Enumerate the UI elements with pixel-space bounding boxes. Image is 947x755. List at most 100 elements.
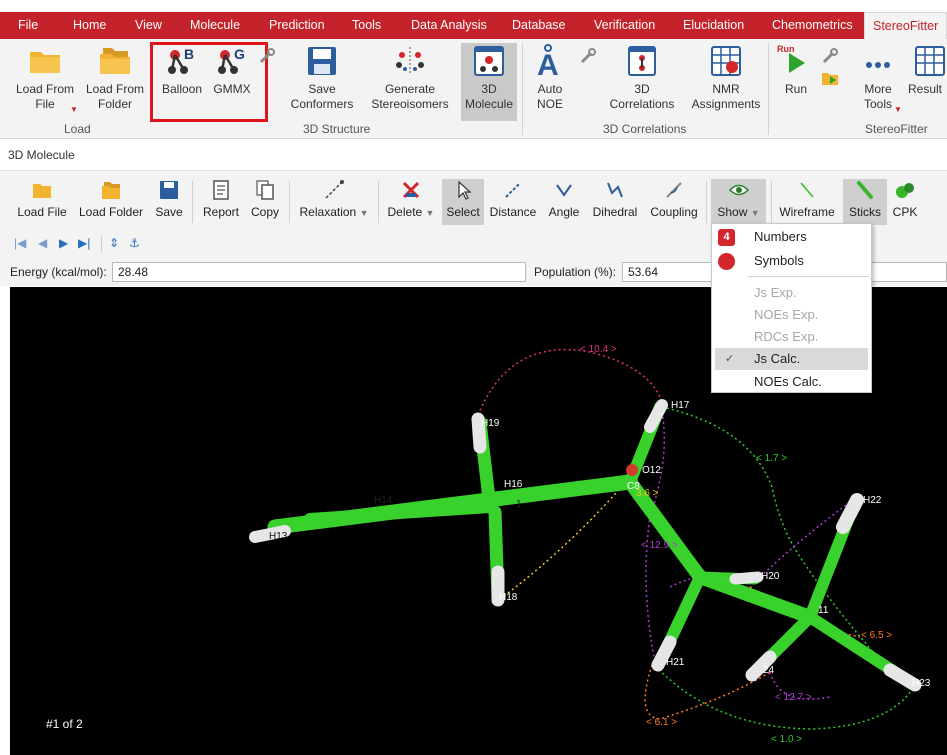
atom-label: H13	[269, 531, 288, 542]
relaxation-label: Relaxation	[299, 205, 357, 219]
sticks-icon	[857, 181, 873, 199]
gmmx-button[interactable]: G GMMX	[209, 43, 255, 121]
distance-label: < 6.5 >	[861, 630, 892, 641]
next-conformer-icon[interactable]: ▶	[59, 236, 68, 250]
menu-tab-prediction[interactable]: Prediction	[269, 12, 325, 39]
distance-label: < 12.9 >	[641, 540, 678, 551]
generate-stereoisomers-button[interactable]: Generate Stereoisomers	[368, 43, 452, 121]
run-folder-icon[interactable]	[820, 69, 840, 87]
balloon-button[interactable]: B Balloon	[157, 43, 207, 121]
select-button[interactable]: Select	[442, 179, 484, 225]
menu-tab-database[interactable]: Database	[512, 12, 566, 39]
angle-icon	[556, 184, 572, 197]
menu-item-numbers-label: Numbers	[754, 229, 807, 244]
nmr-assignments-button[interactable]: NMR Assignments	[688, 43, 764, 121]
run-button[interactable]: Run	[778, 43, 814, 121]
3d-molecule-button[interactable]: 3D Molecule	[461, 43, 517, 121]
hydrogen-bond	[729, 571, 764, 585]
distance-label: < 1.0 >	[771, 734, 802, 745]
relaxation-button[interactable]: Relaxation ▼	[296, 179, 372, 225]
balloon-label: Balloon	[161, 82, 203, 96]
3d-correlations-icon	[628, 46, 656, 76]
report-button[interactable]: Report	[199, 179, 243, 225]
load-folder-button[interactable]: Load Folder	[76, 179, 146, 225]
conformer-counter: #1 of 2	[46, 717, 83, 731]
hydrogen-bond	[644, 399, 668, 433]
run-settings-icon[interactable]	[820, 47, 840, 65]
panel-title: 3D Molecule	[0, 140, 947, 170]
more-tools-caret-icon[interactable]: ▼	[894, 105, 902, 114]
noe-arc	[477, 348, 663, 416]
delete-caret-icon[interactable]: ▼	[426, 208, 435, 218]
sticks-button[interactable]: Sticks	[843, 179, 887, 225]
last-conformer-icon[interactable]: ▶|	[78, 236, 90, 250]
menu-item-numbers[interactable]: 4 Numbers	[712, 226, 871, 248]
svg-text:A: A	[537, 49, 559, 79]
results-button[interactable]: Result	[908, 43, 947, 121]
menu-item-symbols[interactable]: Symbols	[712, 250, 871, 272]
dropdown-caret-icon[interactable]: ▼	[70, 105, 78, 114]
save-label: Save	[155, 205, 183, 219]
more-tools-label: More Tools	[863, 82, 892, 111]
show-caret-icon[interactable]: ▼	[751, 208, 760, 218]
nmr-table-icon	[711, 46, 741, 76]
dihedral-button[interactable]: Dihedral	[589, 179, 641, 225]
floppy-disk-icon	[160, 181, 178, 199]
folder-icon	[33, 184, 51, 198]
coupling-icon	[666, 182, 682, 198]
load-from-folder-button[interactable]: Load From Folder	[84, 43, 146, 121]
svg-text:G: G	[234, 46, 245, 62]
atom-label: H19	[481, 418, 500, 429]
coupling-button[interactable]: Coupling	[648, 179, 700, 225]
load-file-button[interactable]: Load File	[14, 179, 70, 225]
energy-field[interactable]: 28.48	[112, 262, 526, 282]
3d-correlations-button[interactable]: 3D Correlations	[604, 43, 680, 121]
first-conformer-icon[interactable]: |◀	[14, 236, 26, 250]
relaxation-caret-icon[interactable]: ▼	[360, 208, 369, 218]
save-conformers-label: Save Conformers	[290, 82, 354, 111]
atom-label: O12	[642, 465, 661, 476]
anchor-icon[interactable]: ⚓	[129, 236, 140, 250]
molecule-toolbar: Load File Load Folder Save Report Copy R…	[0, 170, 947, 230]
sort-icon[interactable]: ⇕	[109, 236, 119, 250]
svg-text:B: B	[184, 46, 194, 62]
menu-separator	[748, 276, 869, 277]
group-label-load: Load	[64, 122, 91, 136]
angle-label: Angle	[548, 205, 580, 219]
group-separator	[522, 43, 523, 135]
menu-item-js-calc[interactable]: ✓ Js Calc.	[715, 348, 868, 370]
auto-noe-button[interactable]: A Auto NOE	[528, 43, 572, 121]
noe-settings-icon[interactable]	[579, 47, 597, 65]
menu-item-noes-calc[interactable]: NOEs Calc.	[712, 371, 871, 393]
menu-tab-tools[interactable]: Tools	[352, 12, 381, 39]
menu-tab-home[interactable]: Home	[73, 12, 106, 39]
menu-tab-elucidation[interactable]: Elucidation	[683, 12, 744, 39]
cpk-button[interactable]: CPK	[891, 179, 919, 225]
load-from-folder-label: Load From Folder	[85, 82, 145, 111]
menu-tab-chemometrics[interactable]: Chemometrics	[772, 12, 853, 39]
copy-button[interactable]: Copy	[248, 179, 282, 225]
menu-tab-molecule[interactable]: Molecule	[190, 12, 240, 39]
menu-tab-verification[interactable]: Verification	[594, 12, 655, 39]
save-button[interactable]: Save	[152, 179, 186, 225]
atom-label: H14	[374, 495, 393, 506]
atom-label: H17	[671, 400, 690, 411]
delete-button[interactable]: Delete ▼	[384, 179, 438, 225]
save-conformers-button[interactable]: Save Conformers	[286, 43, 358, 121]
angstrom-icon: A	[537, 44, 559, 79]
previous-conformer-icon[interactable]: ◀	[38, 236, 47, 250]
menu-tab-stereofitter[interactable]: StereoFitter	[864, 12, 947, 39]
gmmx-label: GMMX	[213, 82, 251, 96]
distance-button[interactable]: Distance	[488, 179, 538, 225]
auto-noe-label: Auto NOE	[536, 82, 563, 111]
settings-tool-icon[interactable]	[258, 47, 276, 65]
delete-icon	[402, 181, 420, 199]
menu-tab-file[interactable]: File	[18, 12, 38, 39]
wireframe-button[interactable]: Wireframe	[776, 179, 838, 225]
distance-label: < 12.7 >	[775, 692, 812, 703]
atom-label: 1	[516, 499, 522, 510]
angle-button[interactable]: Angle	[545, 179, 583, 225]
menu-tab-view[interactable]: View	[135, 12, 162, 39]
show-button[interactable]: Show ▼	[711, 179, 766, 225]
menu-tab-data-analysis[interactable]: Data Analysis	[411, 12, 487, 39]
